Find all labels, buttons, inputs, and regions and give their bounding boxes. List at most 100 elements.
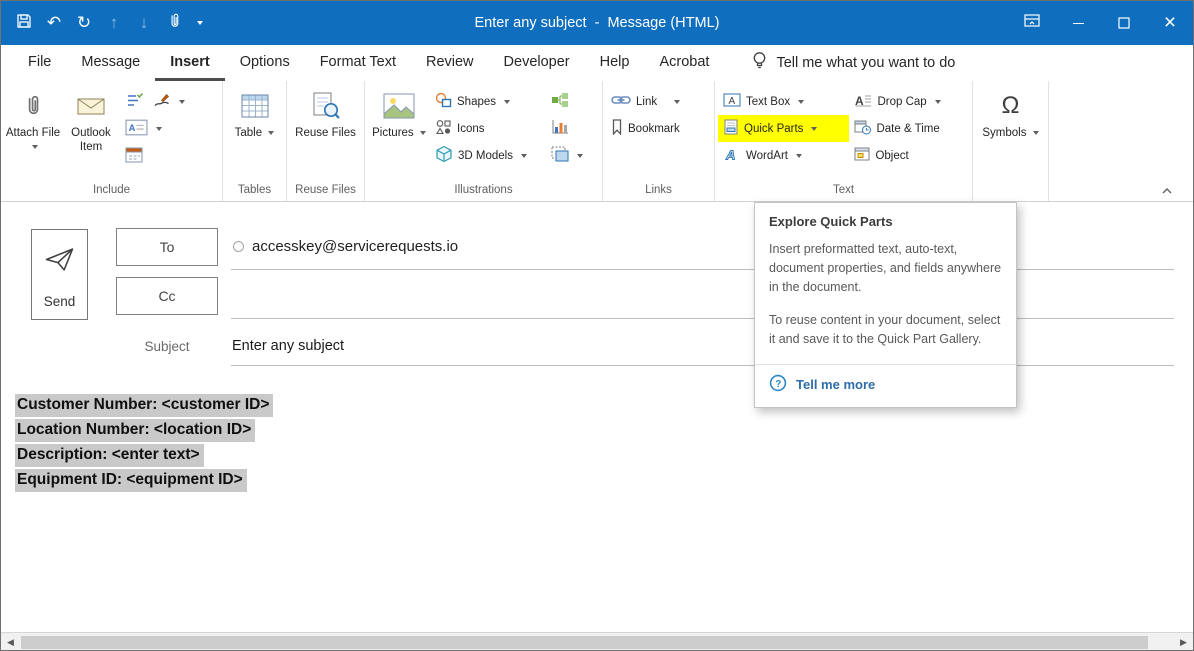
group-label-include: Include xyxy=(4,182,219,201)
screenshot-icon xyxy=(551,146,569,165)
link-button[interactable]: Link xyxy=(606,88,711,115)
poll-button[interactable] xyxy=(120,88,148,115)
object-label: Object xyxy=(875,150,908,162)
group-include: Attach File Outlook Item xyxy=(1,81,223,201)
collapse-ribbon-button[interactable] xyxy=(1155,183,1179,199)
to-field-underline[interactable] xyxy=(231,269,1174,270)
icons-label: Icons xyxy=(457,123,485,135)
quick-access-toolbar: ↶ ↻ ↑ ↓ xyxy=(1,7,207,39)
wordart-icon: A xyxy=(723,147,741,165)
chevron-down-icon xyxy=(268,131,274,135)
tab-developer[interactable]: Developer xyxy=(489,45,585,81)
pictures-button[interactable]: Pictures xyxy=(368,82,430,140)
maximize-button[interactable] xyxy=(1101,1,1147,45)
wordart-button[interactable]: A WordArt xyxy=(718,142,849,169)
presence-icon xyxy=(233,241,244,252)
quick-parts-button[interactable]: Quick Parts xyxy=(718,115,849,142)
icons-button[interactable]: Icons xyxy=(430,115,546,142)
chevron-down-icon xyxy=(1033,131,1039,135)
text-box-button[interactable]: A Text Box xyxy=(718,88,849,115)
subject-input[interactable]: Enter any subject xyxy=(232,338,344,354)
paperclip-icon xyxy=(24,89,42,123)
message-body-editor[interactable]: Customer Number: <customer ID> Location … xyxy=(15,394,1173,622)
subject-field-underline[interactable] xyxy=(231,365,1174,366)
ribbon-display-options-icon xyxy=(1024,13,1040,34)
date-time-label: Date & Time xyxy=(876,123,939,135)
tell-me-label: Tell me what you want to do xyxy=(776,55,955,71)
to-button[interactable]: To xyxy=(116,228,218,266)
chevron-down-icon xyxy=(521,154,527,158)
bookmark-icon xyxy=(611,119,623,138)
smartart-button[interactable] xyxy=(546,88,596,115)
signature-button[interactable] xyxy=(148,88,190,115)
attach-file-label: Attach File xyxy=(6,127,60,139)
tell-me-search[interactable]: Tell me what you want to do xyxy=(752,45,955,81)
drop-cap-button[interactable]: A Drop Cap xyxy=(849,88,969,115)
group-label-text: Text xyxy=(718,182,969,201)
minimize-button[interactable] xyxy=(1055,1,1101,45)
outlook-message-window: ↶ ↻ ↑ ↓ Enter any subject - Message (HTM… xyxy=(0,0,1194,651)
customize-qat-button[interactable] xyxy=(189,7,207,39)
move-down-button[interactable]: ↓ xyxy=(129,7,159,39)
calendar-button[interactable] xyxy=(120,142,216,169)
envelope-icon xyxy=(76,89,106,123)
ribbon: Attach File Outlook Item xyxy=(1,81,1193,202)
ribbon-display-options-button[interactable] xyxy=(1009,1,1055,45)
group-illustrations: Pictures Shapes Icons xyxy=(365,81,603,201)
reuse-files-icon xyxy=(311,89,341,123)
tab-format-text[interactable]: Format Text xyxy=(305,45,411,81)
recipient-address: accesskey@servicerequests.io xyxy=(252,238,458,255)
3d-models-button[interactable]: 3D Models xyxy=(430,142,546,169)
group-reuse-files: Reuse Files Reuse Files xyxy=(287,81,365,201)
symbols-button[interactable]: Ω Symbols xyxy=(980,82,1042,140)
screenshot-button[interactable] xyxy=(546,142,596,169)
scroll-left-button[interactable]: ◀ xyxy=(1,633,20,651)
move-up-button[interactable]: ↑ xyxy=(99,7,129,39)
send-button[interactable]: Send xyxy=(31,229,88,320)
business-card-button[interactable]: A xyxy=(120,115,216,142)
recipient-chip[interactable]: accesskey@servicerequests.io xyxy=(233,238,458,255)
tab-insert[interactable]: Insert xyxy=(155,45,225,81)
attach-quick-button[interactable] xyxy=(159,7,189,39)
save-icon xyxy=(16,13,32,34)
group-tables: Table Tables xyxy=(223,81,287,201)
tab-options[interactable]: Options xyxy=(225,45,305,81)
undo-button[interactable]: ↶ xyxy=(39,7,69,39)
tab-acrobat[interactable]: Acrobat xyxy=(644,45,724,81)
tab-help[interactable]: Help xyxy=(585,45,645,81)
drop-cap-label: Drop Cap xyxy=(877,96,926,108)
attach-file-button[interactable]: Attach File xyxy=(4,82,62,154)
save-button[interactable] xyxy=(9,7,39,39)
date-time-button[interactable]: Date & Time xyxy=(849,115,969,142)
object-button[interactable]: Object xyxy=(849,142,969,169)
outlook-item-button[interactable]: Outlook Item xyxy=(62,82,120,154)
tab-review[interactable]: Review xyxy=(411,45,489,81)
send-icon xyxy=(44,246,76,278)
quick-parts-icon xyxy=(723,119,739,138)
reuse-files-button[interactable]: Reuse Files xyxy=(294,82,358,140)
scrollbar-thumb[interactable] xyxy=(21,636,1148,649)
chevron-down-icon xyxy=(811,127,817,131)
tell-me-more-link[interactable]: ? Tell me more xyxy=(755,364,1016,407)
close-button[interactable]: × xyxy=(1147,1,1193,45)
send-label: Send xyxy=(44,294,76,309)
tab-message[interactable]: Message xyxy=(66,45,155,81)
svg-text:A: A xyxy=(729,96,736,107)
redo-icon: ↻ xyxy=(77,13,91,33)
group-label-tables: Tables xyxy=(226,182,283,201)
tab-file[interactable]: File xyxy=(13,45,66,81)
body-line: Customer Number: <customer ID> xyxy=(15,394,273,417)
horizontal-scrollbar[interactable]: ◀ ▶ xyxy=(1,632,1193,651)
quick-parts-tooltip: Explore Quick Parts Insert preformatted … xyxy=(754,202,1017,408)
undo-icon: ↶ xyxy=(47,13,61,33)
scroll-right-button[interactable]: ▶ xyxy=(1174,633,1193,651)
cc-button[interactable]: Cc xyxy=(116,277,218,315)
tooltip-title: Explore Quick Parts xyxy=(769,214,1002,229)
chart-button[interactable] xyxy=(546,115,596,142)
table-button[interactable]: Table xyxy=(226,82,283,140)
redo-button[interactable]: ↻ xyxy=(69,7,99,39)
group-label-illustrations: Illustrations xyxy=(368,182,599,201)
bookmark-button[interactable]: Bookmark xyxy=(606,115,711,142)
shapes-button[interactable]: Shapes xyxy=(430,88,546,115)
cc-field-underline[interactable] xyxy=(231,318,1174,319)
